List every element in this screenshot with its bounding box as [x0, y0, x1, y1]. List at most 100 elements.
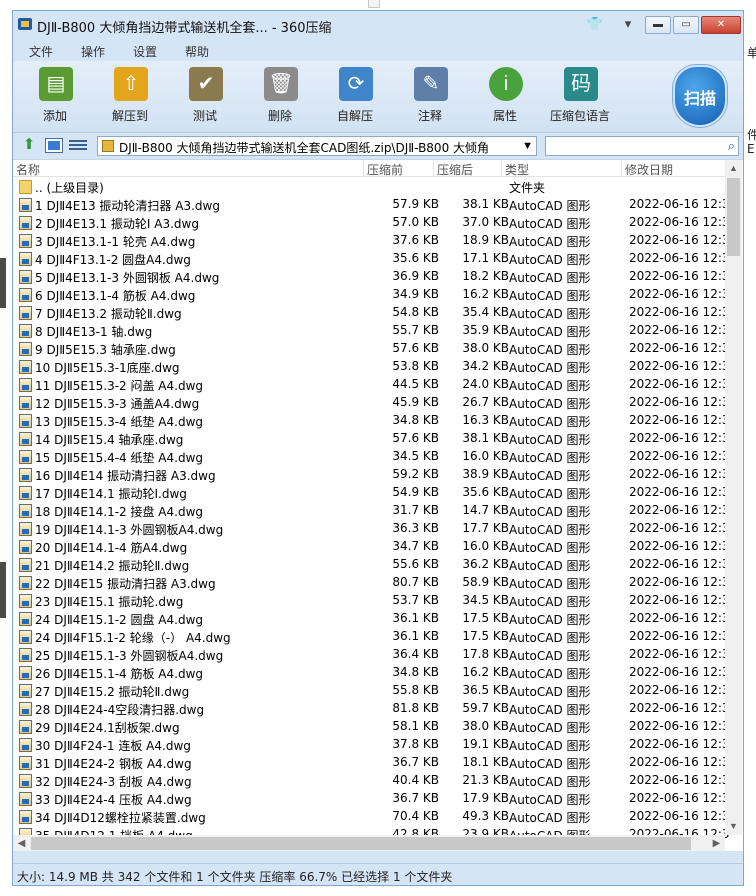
search-input[interactable]: ⌕: [545, 136, 739, 156]
file-row[interactable]: 20 DJⅡ4E14.1-4 筋A4.dwg 34.7 KB 16.0 KB Auto…: [13, 538, 730, 556]
file-row[interactable]: 5 DJⅡ4E13.1-3 外圆钢板 A4.dwg 36.9 KB 18.2 KB A…: [13, 268, 730, 286]
file-row[interactable]: 10 DJⅡ5E15.3-1底座.dwg 53.8 KB 34.2 KB AutoCA…: [13, 358, 730, 376]
file-row[interactable]: 22 DJⅡ4E15 振动清扫器 A3.dwg 80.7 KB 58.9 KB Aut…: [13, 574, 730, 592]
delete-button[interactable]: 🗑 删除: [250, 65, 310, 129]
menu-file[interactable]: 文件: [29, 43, 53, 60]
file-row[interactable]: 18 DJⅡ4E14.1-2 接盘 A4.dwg 31.7 KB 14.7 KB Au…: [13, 502, 730, 520]
file-row[interactable]: 14 DJⅡ5E15.4 轴承座.dwg 57.6 KB 38.1 KB AutoCA…: [13, 430, 730, 448]
scan-button[interactable]: 扫描: [671, 63, 729, 129]
modified-date: 2022-06-16 12:3: [629, 665, 730, 679]
file-name: 3 DJⅡ4E13.1-1 轮壳 A4.dwg: [35, 235, 196, 249]
vertical-scrollbar[interactable]: ▲ ▼: [725, 160, 742, 835]
file-row[interactable]: 19 DJⅡ4E14.1-3 外圆钢板A4.dwg 36.3 KB 17.7 KB A…: [13, 520, 730, 538]
file-row[interactable]: 11 DJⅡ5E15.3-2 闷盖 A4.dwg 44.5 KB 24.0 KB Au…: [13, 376, 730, 394]
search-icon[interactable]: ⌕: [728, 138, 735, 154]
parent-folder-row[interactable]: .. (上级目录) 文件夹: [13, 178, 725, 196]
scroll-left-icon[interactable]: ◀: [13, 835, 30, 851]
self-extract-button[interactable]: ⟳ 自解压: [325, 65, 385, 129]
file-row[interactable]: 7 DJⅡ4E13.2 振动轮Ⅱ.dwg 54.8 KB 35.4 KB AutoCA…: [13, 304, 730, 322]
file-row[interactable]: 4 DJⅡ4F13.1-2 圆盘A4.dwg 35.6 KB 17.1 KB Auto…: [13, 250, 730, 268]
view-thumbnails-icon[interactable]: [45, 138, 63, 153]
file-row[interactable]: 33 DJⅡ4E24-4 压板 A4.dwg 36.7 KB 17.9 KB Auto…: [13, 790, 730, 808]
file-row[interactable]: 25 DJⅡ4E15.1-3 外圆钢板A4.dwg 36.4 KB 17.8 KB A…: [13, 646, 730, 664]
title-bar[interactable]: DJⅡ-B800 大倾角挡边带式输送机全套... - 360压缩 👕 ▾ ▬ ▭…: [13, 11, 743, 39]
toolbar: ▤ 添加 ⇧ 解压到 ✔ 测试 🗑 删除 ⟳ 自解压 ✎ 注释 i 属性 码 压…: [13, 61, 743, 133]
file-row[interactable]: 28 DJⅡ4E24-4空段清扫器.dwg 81.8 KB 59.7 KB AutoC…: [13, 700, 730, 718]
file-row[interactable]: 26 DJⅡ4E15.1-4 筋板 A4.dwg 34.8 KB 16.2 KB Au…: [13, 664, 730, 682]
scroll-down-icon[interactable]: ▼: [725, 818, 742, 835]
minimize-button[interactable]: ▬: [645, 16, 671, 34]
file-row[interactable]: 17 DJⅡ4E14.1 振动轮Ⅰ.dwg 54.9 KB 35.6 KB AutoC…: [13, 484, 730, 502]
file-row[interactable]: 12 DJⅡ5E15.3-3 通盖A4.dwg 45.9 KB 26.7 KB Aut…: [13, 394, 730, 412]
file-type: AutoCAD 图形: [509, 649, 591, 663]
column-modified[interactable]: 修改日期: [625, 161, 673, 178]
scroll-thumb[interactable]: [727, 178, 740, 256]
file-row[interactable]: 29 DJⅡ4E24.1刮板架.dwg 58.1 KB 38.0 KB AutoCAD…: [13, 718, 730, 736]
scroll-right-icon[interactable]: ▶: [708, 835, 725, 851]
menu-chevron-icon[interactable]: ▾: [619, 15, 637, 33]
file-row[interactable]: 24 DJⅡ4E15.1-2 圆盘 A4.dwg 36.1 KB 17.5 KB Au…: [13, 610, 730, 628]
menu-help[interactable]: 帮助: [185, 43, 209, 60]
dwg-file-icon: [19, 594, 32, 608]
compressed-size: 16.2 KB: [462, 665, 509, 679]
compressed-size: 18.1 KB: [462, 755, 509, 769]
file-row[interactable]: 23 DJⅡ4E15.1 振动轮.dwg 53.7 KB 34.5 KB AutoCA…: [13, 592, 730, 610]
test-button[interactable]: ✔ 测试: [175, 65, 235, 129]
path-input[interactable]: DJⅡ-B800 大倾角挡边带式输送机全套CAD图纸.zip\DJⅡ-B800 …: [97, 136, 537, 156]
chevron-down-icon[interactable]: ▼: [522, 137, 533, 155]
view-list-icon[interactable]: [69, 138, 87, 153]
column-original-size[interactable]: 压缩前: [367, 161, 403, 178]
add-button-label: 添加: [42, 109, 67, 123]
archive-language-button[interactable]: 码 压缩包语言: [550, 65, 610, 129]
file-row[interactable]: 6 DJⅡ4E13.1-4 筋板 A4.dwg 34.9 KB 16.2 KB Aut…: [13, 286, 730, 304]
dwg-file-icon: [19, 702, 32, 716]
modified-date: 2022-06-16 12:3: [629, 593, 730, 607]
scroll-thumb[interactable]: [31, 837, 691, 850]
skin-shirt-icon[interactable]: 👕: [586, 15, 604, 33]
file-row[interactable]: 15 DJⅡ5E15.4-4 纸垫 A4.dwg 34.5 KB 16.0 KB Au…: [13, 448, 730, 466]
up-arrow-icon[interactable]: ⬆: [21, 137, 37, 153]
file-name: 15 DJⅡ5E15.4-4 纸垫 A4.dwg: [35, 451, 204, 465]
file-row[interactable]: 24 DJⅡ4F15.1-2 轮缘（-） A4.dwg 36.1 KB 17.5 K…: [13, 628, 730, 646]
dwg-file-icon: [19, 630, 32, 644]
add-archive-icon: ▤: [39, 67, 73, 101]
menu-operation[interactable]: 操作: [81, 43, 105, 60]
file-row[interactable]: 32 DJⅡ4E24-3 刮板 A4.dwg 40.4 KB 21.3 KB Auto…: [13, 772, 730, 790]
comment-button[interactable]: ✎ 注释: [400, 65, 460, 129]
file-row[interactable]: 9 DJⅡ5E15.3 轴承座.dwg 57.6 KB 38.0 KB AutoCAD…: [13, 340, 730, 358]
file-row[interactable]: 2 DJⅡ4E13.1 振动轮Ⅰ A3.dwg 57.0 KB 37.0 KB Aut…: [13, 214, 730, 232]
original-size: 81.8 KB: [392, 701, 439, 715]
file-row[interactable]: 31 DJⅡ4E24-2 钢板 A4.dwg 36.7 KB 18.1 KB Auto…: [13, 754, 730, 772]
compressed-size: 16.0 KB: [462, 539, 509, 553]
file-row[interactable]: 30 DJⅡ4F24-1 连板 A4.dwg 37.8 KB 19.1 KB Auto…: [13, 736, 730, 754]
file-row[interactable]: 21 DJⅡ4E14.2 振动轮Ⅱ.dwg 55.6 KB 36.2 KB AutoC…: [13, 556, 730, 574]
file-row[interactable]: 16 DJⅡ4E14 振动清扫器 A3.dwg 59.2 KB 38.9 KB Aut…: [13, 466, 730, 484]
file-row[interactable]: 3 DJⅡ4E13.1-1 轮壳 A4.dwg 37.6 KB 18.9 KB Aut…: [13, 232, 730, 250]
modified-date: 2022-06-16 12:3: [629, 323, 730, 337]
properties-button[interactable]: i 属性: [475, 65, 535, 129]
file-row[interactable]: 1 DJⅡ4E13 振动轮清扫器 A3.dwg 57.9 KB 38.1 KB Aut…: [13, 196, 730, 214]
file-type: AutoCAD 图形: [509, 217, 591, 231]
archive-language-label: 压缩包语言: [549, 109, 610, 123]
add-button[interactable]: ▤ 添加: [25, 65, 85, 129]
extract-to-label: 解压到: [111, 109, 148, 123]
compressed-size: 38.1 KB: [462, 431, 509, 445]
file-type: AutoCAD 图形: [509, 505, 591, 519]
file-row[interactable]: 27 DJⅡ4E15.2 振动轮Ⅱ.dwg 55.8 KB 36.5 KB AutoC…: [13, 682, 730, 700]
original-size: 58.1 KB: [392, 719, 439, 733]
maximize-button[interactable]: ▭: [673, 16, 699, 34]
file-row[interactable]: 8 DJⅡ4E13-1 轴.dwg 55.7 KB 35.9 KB AutoCAD 图…: [13, 322, 730, 340]
column-name[interactable]: 名称: [16, 161, 40, 178]
column-compressed-size[interactable]: 压缩后: [437, 161, 473, 178]
menu-settings[interactable]: 设置: [133, 43, 157, 60]
dwg-file-icon: [19, 648, 32, 662]
extract-to-button[interactable]: ⇧ 解压到: [100, 65, 160, 129]
horizontal-scrollbar[interactable]: ◀ ▶: [13, 835, 725, 851]
scroll-up-icon[interactable]: ▲: [725, 160, 742, 177]
file-row[interactable]: 13 DJⅡ5E15.3-4 纸垫 A4.dwg 34.8 KB 16.3 KB Au…: [13, 412, 730, 430]
column-type[interactable]: 类型: [505, 161, 529, 178]
modified-date: 2022-06-16 12:3: [629, 575, 730, 589]
modified-date: 2022-06-16 12:3: [629, 359, 730, 373]
file-row[interactable]: 34 DJⅡ4D12螺栓拉紧装置.dwg 70.4 KB 49.3 KB AutoCA…: [13, 808, 730, 826]
close-button[interactable]: ✕: [701, 16, 741, 34]
